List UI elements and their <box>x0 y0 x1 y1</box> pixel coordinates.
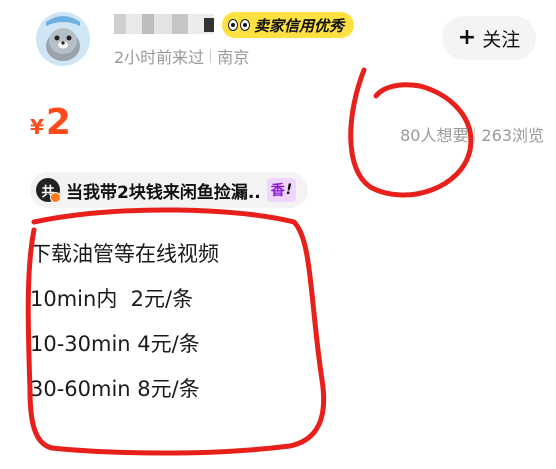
divider <box>210 49 212 63</box>
follow-button[interactable]: + 关注 <box>442 16 536 60</box>
hot-tag: 香! <box>266 178 297 202</box>
credit-badge[interactable]: 卖家信用优秀 <box>222 12 355 38</box>
plus-icon: + <box>457 25 477 50</box>
wants-count: 80人想要 <box>400 126 469 145</box>
hot-tag-label: 香 <box>270 183 285 199</box>
last-seen-text: 2小时前来过 <box>114 48 205 67</box>
price-value: 2 <box>45 102 71 143</box>
topic-icon: 共 <box>36 178 61 203</box>
seller-avatar[interactable] <box>36 12 90 66</box>
description-line: 下载油管等在线视频 <box>30 242 219 266</box>
views-count: 263浏览 <box>481 126 544 145</box>
divider <box>474 127 476 141</box>
description-line: 10min内 2元/条 <box>30 287 194 311</box>
listing-description: 下载油管等在线视频 10min内 2元/条 10-30min 4元/条 30-6… <box>30 232 219 412</box>
location-text: 南京 <box>217 48 250 67</box>
promo-topic-text: 当我带2块钱来闲鱼捡漏.. <box>66 182 261 203</box>
follow-button-label: 关注 <box>482 28 521 51</box>
credit-badge-label: 卖家信用优秀 <box>254 16 345 35</box>
seller-name-tail <box>204 18 214 32</box>
listing-stats: 80人想要 263浏览 <box>400 122 544 146</box>
price: ¥ 2 <box>30 102 71 143</box>
eyes-icon <box>228 19 250 31</box>
hot-tag-mark: ! <box>285 182 293 198</box>
seller-name-blurred[interactable] <box>114 14 214 34</box>
currency-symbol: ¥ <box>30 115 44 139</box>
seller-meta: 2小时前来过 南京 <box>114 44 249 68</box>
description-line: 30-60min 8元/条 <box>30 377 200 401</box>
promo-topic-pill[interactable]: 共 当我带2块钱来闲鱼捡漏.. 香! <box>30 172 309 208</box>
seal-avatar-image <box>36 12 90 66</box>
description-line: 10-30min 4元/条 <box>30 332 200 356</box>
